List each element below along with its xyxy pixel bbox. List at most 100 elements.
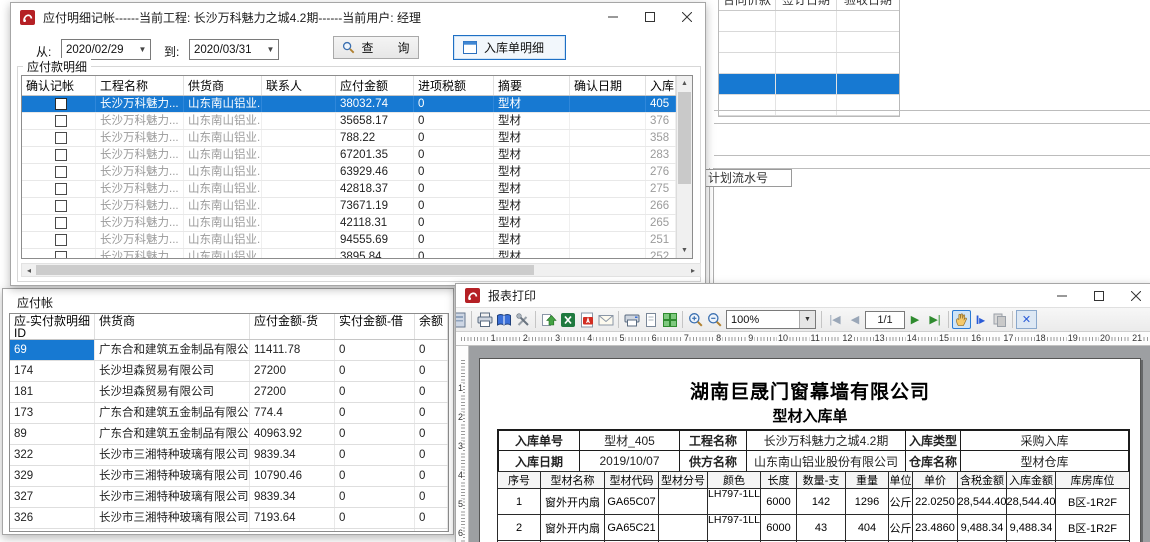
table-row[interactable]: 327 长沙市三湘特种玻璃有限公司 9839.34 0 0 xyxy=(10,487,448,508)
table-row[interactable]: 174 长沙坦森贸易有限公司 27200 0 0 xyxy=(10,361,448,382)
confirm-checkbox[interactable] xyxy=(55,183,67,195)
table-row[interactable]: 长沙万科魅力... 山东南山铝业... 63929.46 0 型材 276 xyxy=(22,164,676,181)
copy-page-icon[interactable] xyxy=(990,310,1009,329)
table-row[interactable]: 181 长沙坦森贸易有限公司 27200 0 0 xyxy=(10,382,448,403)
maximize-button[interactable] xyxy=(631,3,668,31)
confirm-checkbox[interactable] xyxy=(55,115,67,127)
mail-icon[interactable] xyxy=(596,310,615,329)
document-icon[interactable] xyxy=(456,310,468,329)
text-select-tool-icon[interactable]: I▸ xyxy=(971,313,990,327)
confirm-checkbox[interactable] xyxy=(55,166,67,178)
table-row[interactable]: 69 广东合和建筑五金制品有限公司 11411.78 0 0 xyxy=(10,340,448,361)
confirm-checkbox[interactable] xyxy=(55,98,67,110)
table-row[interactable]: 长沙万科魅力... 山东南山铝业... 67201.35 0 型材 283 xyxy=(22,147,676,164)
last-page-button[interactable]: ▶| xyxy=(925,313,945,326)
scrollbar-thumb[interactable] xyxy=(678,92,691,184)
plan-serial-field[interactable]: 计划流水号 xyxy=(700,169,792,187)
column-header: 型材名称 xyxy=(541,472,605,488)
scrollbar-thumb[interactable] xyxy=(36,265,534,275)
from-date-select[interactable]: 2020/02/29 ▼ xyxy=(61,39,151,60)
table-row[interactable]: 长沙万科魅力... 山东南山铝业... 788.22 0 型材 358 xyxy=(22,130,676,147)
single-page-icon[interactable] xyxy=(641,310,660,329)
table-row[interactable]: 长沙万科魅力... 山东南山铝业... 38032.74 0 型材 405 xyxy=(22,96,676,113)
confirm-checkbox[interactable] xyxy=(55,149,67,161)
pdf-export-icon[interactable] xyxy=(577,310,596,329)
book-icon[interactable] xyxy=(494,310,513,329)
close-button[interactable] xyxy=(1117,282,1150,310)
column-header[interactable]: 进项税额 xyxy=(414,76,494,95)
title-bar[interactable]: 报表打印 xyxy=(456,284,1150,307)
column-header[interactable]: 应付金额-货 xyxy=(250,314,335,339)
export-icon[interactable] xyxy=(539,310,558,329)
minimize-button[interactable] xyxy=(1043,282,1080,310)
table-body: 69 广东合和建筑五金制品有限公司 11411.78 0 0 174 长沙坦森贸… xyxy=(10,340,448,532)
table-row[interactable] xyxy=(719,32,899,53)
column-header[interactable]: 应付金额 xyxy=(336,76,414,95)
zoom-out-icon[interactable] xyxy=(705,310,724,329)
table-row[interactable]: 326 长沙市三湘特种玻璃有限公司 7193.64 0 0 xyxy=(10,508,448,529)
confirm-checkbox[interactable] xyxy=(55,217,67,229)
column-header[interactable]: 摘要 xyxy=(494,76,570,95)
excel-export-icon[interactable] xyxy=(558,310,577,329)
column-header[interactable]: 供货商 xyxy=(95,314,250,339)
close-preview-icon[interactable]: ✕ xyxy=(1016,310,1037,329)
table-row[interactable]: 89 广东合和建筑五金制品有限公司 40963.92 0 0 xyxy=(10,424,448,445)
table-row[interactable]: 长沙万科魅力... 山东南山铝业... 73671.19 0 型材 266 xyxy=(22,198,676,215)
divider xyxy=(714,110,1150,111)
print-icon[interactable] xyxy=(475,310,494,329)
table-row[interactable]: 长沙市三湘特种玻璃有限公司 xyxy=(10,529,448,532)
confirm-checkbox[interactable] xyxy=(55,234,67,246)
scroll-up-icon[interactable]: ▲ xyxy=(677,76,692,91)
tools-icon[interactable] xyxy=(513,310,532,329)
horizontal-scrollbar[interactable]: ◂ ▸ xyxy=(21,263,701,277)
scroll-right-icon[interactable]: ▸ xyxy=(686,264,700,276)
zoom-level-select[interactable]: 100% ▼ xyxy=(726,310,816,329)
first-page-button[interactable]: |◀ xyxy=(825,313,845,326)
column-header[interactable]: 联系人 xyxy=(262,76,336,95)
table-row[interactable]: 长沙万科魅力... 山东南山铝业... 94555.69 0 型材 251 xyxy=(22,232,676,249)
close-button[interactable] xyxy=(668,3,705,31)
table-row[interactable] xyxy=(719,53,899,74)
zoom-in-icon[interactable] xyxy=(686,310,705,329)
print-setup-icon[interactable] xyxy=(622,310,641,329)
scroll-left-icon[interactable]: ◂ xyxy=(22,264,36,276)
column-header[interactable]: 确认日期 xyxy=(570,76,646,95)
table-row[interactable]: 322 长沙市三湘特种玻璃有限公司 9839.34 0 0 xyxy=(10,445,448,466)
column-header[interactable]: 应-实付款明细ID xyxy=(10,314,95,339)
zoom-level-value: 100% xyxy=(727,314,799,326)
prev-page-button[interactable]: ◀ xyxy=(845,313,865,326)
table-row-selected[interactable] xyxy=(719,74,899,95)
table-row[interactable]: 173 广东合和建筑五金制品有限公司 774.4 0 0 xyxy=(10,403,448,424)
table-row[interactable] xyxy=(719,95,899,116)
confirm-checkbox[interactable] xyxy=(55,200,67,212)
minimize-button[interactable] xyxy=(594,3,631,31)
next-page-button[interactable]: ▶ xyxy=(905,313,925,326)
to-date-select[interactable]: 2020/03/31 ▼ xyxy=(189,39,279,60)
table-row[interactable]: 长沙万科魅力... 山东南山铝业... 3895.84 0 型材 252 xyxy=(22,249,676,259)
column-header[interactable]: 入库 xyxy=(646,76,676,95)
column-header[interactable]: 供货商 xyxy=(184,76,262,95)
table-row[interactable]: 长沙万科魅力... 山东南山铝业... 42818.37 0 型材 275 xyxy=(22,181,676,198)
inbound-detail-button[interactable]: 入库单明细 xyxy=(453,35,566,60)
table-row[interactable]: 长沙万科魅力... 山东南山铝业... 35658.17 0 型材 376 xyxy=(22,113,676,130)
multi-page-icon[interactable] xyxy=(660,310,679,329)
maximize-button[interactable] xyxy=(1080,282,1117,310)
column-header[interactable]: 确认记帐 xyxy=(22,76,96,95)
table-row[interactable]: 329 长沙市三湘特种玻璃有限公司 10790.46 0 0 xyxy=(10,466,448,487)
column-header[interactable]: 工程名称 xyxy=(96,76,184,95)
confirm-checkbox[interactable] xyxy=(55,251,67,259)
scroll-down-icon[interactable]: ▼ xyxy=(677,243,692,258)
hand-tool-icon[interactable] xyxy=(952,310,971,329)
table-row[interactable] xyxy=(719,11,899,32)
query-button[interactable]: 查 询 xyxy=(333,36,419,59)
column-header[interactable]: 余额 xyxy=(415,314,448,339)
column-header[interactable]: 实付金额-借 xyxy=(335,314,415,339)
report-company-title: 湖南巨晟门窗幕墙有限公司 xyxy=(480,377,1140,404)
page-number-input[interactable]: 1/1 xyxy=(865,311,905,329)
vertical-scrollbar[interactable]: ▲ ▼ xyxy=(676,76,692,258)
confirm-checkbox[interactable] xyxy=(55,132,67,144)
separator xyxy=(535,311,536,328)
table-row[interactable]: 长沙万科魅力... 山东南山铝业... 42118.31 0 型材 265 xyxy=(22,215,676,232)
title-bar[interactable]: 应付明细记帐------当前工程: 长沙万科魅力之城4.2期------当前用户… xyxy=(11,3,705,31)
preview-area[interactable]: 湖南巨晟门窗幕墙有限公司 型材入库单 入库单号 型材_405 工程名称 长沙万科… xyxy=(469,346,1150,542)
